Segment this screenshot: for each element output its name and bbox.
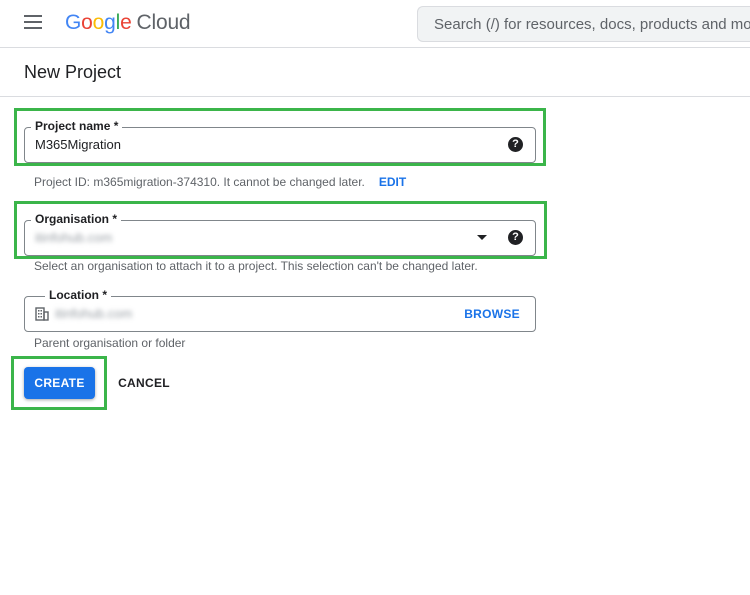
location-value: itinfohub.com bbox=[55, 306, 133, 321]
search-placeholder: Search (/) for resources, docs, products… bbox=[434, 16, 750, 33]
google-cloud-logo[interactable]: Google Cloud bbox=[65, 11, 191, 35]
project-name-label: Project name * bbox=[31, 119, 123, 133]
search-input[interactable]: Search (/) for resources, docs, products… bbox=[417, 6, 750, 42]
page-title: New Project bbox=[24, 62, 122, 82]
browse-button[interactable]: BROWSE bbox=[464, 307, 520, 321]
page-header: New Project bbox=[0, 48, 750, 97]
project-name-field[interactable]: Project name * M365Migration ? bbox=[24, 119, 536, 163]
location-label: Location * bbox=[45, 288, 112, 302]
project-id-hint-row: Project ID: m365migration-374310. It can… bbox=[34, 175, 406, 189]
create-button[interactable]: CREATE bbox=[24, 367, 95, 399]
organisation-label: Organisation * bbox=[31, 212, 122, 226]
building-icon bbox=[35, 307, 49, 321]
help-icon[interactable]: ? bbox=[508, 230, 523, 245]
dropdown-arrow-icon[interactable] bbox=[477, 235, 487, 240]
logo-letter: o bbox=[92, 11, 105, 34]
cancel-button[interactable]: CANCEL bbox=[110, 367, 178, 399]
hamburger-menu-icon[interactable] bbox=[24, 15, 44, 31]
logo-letter: G bbox=[65, 11, 82, 34]
project-id-hint: Project ID: m365migration-374310. It can… bbox=[34, 175, 365, 189]
logo-letter: g bbox=[104, 11, 116, 34]
project-name-value: M365Migration bbox=[35, 137, 121, 152]
logo-letter: e bbox=[120, 11, 132, 34]
logo-product-name: Cloud bbox=[136, 11, 191, 34]
organisation-select[interactable]: Organisation * itinfohub.com ? bbox=[24, 212, 536, 256]
edit-project-id-link[interactable]: EDIT bbox=[379, 175, 406, 189]
help-icon[interactable]: ? bbox=[508, 137, 523, 152]
logo-letter: o bbox=[81, 11, 93, 34]
location-field[interactable]: Location * itinfohub.com BROWSE bbox=[24, 288, 536, 332]
location-hint: Parent organisation or folder bbox=[34, 336, 186, 350]
organisation-value: itinfohub.com bbox=[35, 230, 113, 245]
top-bar: Google Cloud Search (/) for resources, do… bbox=[0, 0, 750, 48]
organisation-hint: Select an organisation to attach it to a… bbox=[34, 259, 478, 273]
